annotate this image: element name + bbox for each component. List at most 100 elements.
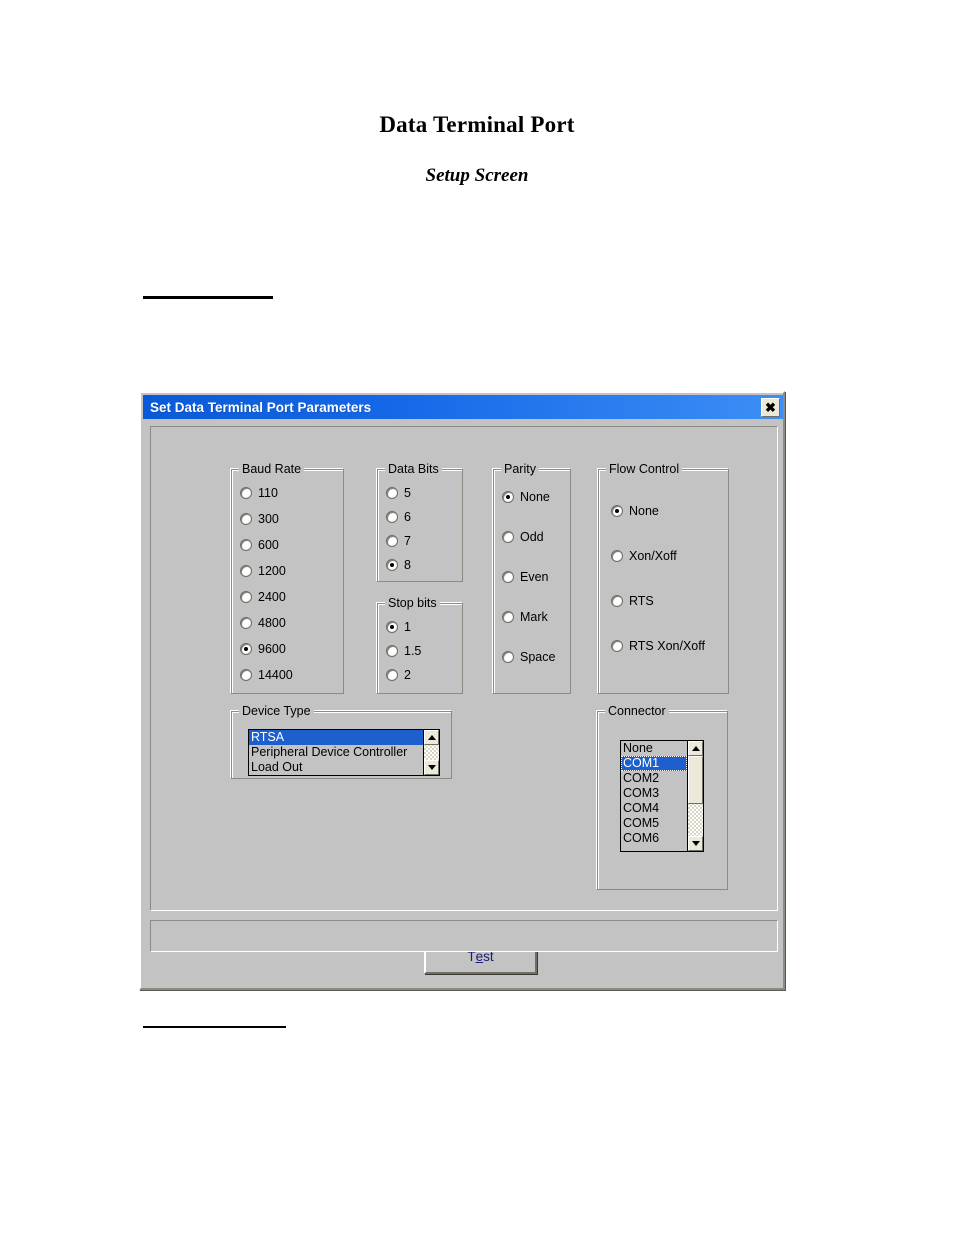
radio-baud-9600[interactable]: 9600 bbox=[240, 642, 286, 656]
radio-icon bbox=[240, 539, 252, 551]
radio-label: 600 bbox=[258, 538, 279, 552]
group-label-data-bits: Data Bits bbox=[385, 462, 442, 476]
list-item[interactable]: Peripheral Device Controller bbox=[249, 745, 423, 760]
scroll-down-icon[interactable] bbox=[424, 760, 439, 775]
list-item[interactable]: COM4 bbox=[621, 801, 687, 816]
radio-baud-110[interactable]: 110 bbox=[240, 486, 278, 500]
radio-icon bbox=[386, 669, 398, 681]
radio-databits-7[interactable]: 7 bbox=[386, 534, 411, 548]
radio-baud-600[interactable]: 600 bbox=[240, 538, 279, 552]
connector-listbox[interactable]: None COM1 COM2 COM3 COM4 COM5 COM6 bbox=[620, 740, 704, 852]
group-baud-rate: Baud Rate 110 300 600 1200 2400 4800 960… bbox=[231, 462, 344, 694]
radio-stopbits-1[interactable]: 1 bbox=[386, 620, 411, 634]
arrow-up-icon bbox=[427, 735, 436, 740]
radio-parity-odd[interactable]: Odd bbox=[502, 530, 544, 544]
radio-icon bbox=[240, 513, 252, 525]
group-label-parity: Parity bbox=[501, 462, 539, 476]
radio-flow-rts[interactable]: RTS bbox=[611, 594, 654, 608]
list-item[interactable]: COM1 bbox=[621, 756, 687, 771]
arrow-up-icon bbox=[691, 746, 700, 751]
radio-label: Space bbox=[520, 650, 556, 664]
device-type-scrollbar[interactable] bbox=[423, 730, 439, 775]
radio-label: 14400 bbox=[258, 668, 293, 682]
radio-icon bbox=[386, 487, 398, 499]
radio-baud-300[interactable]: 300 bbox=[240, 512, 279, 526]
radio-label: 5 bbox=[404, 486, 411, 500]
radio-icon bbox=[502, 491, 514, 503]
arrow-down-icon bbox=[691, 841, 700, 846]
list-item[interactable]: COM3 bbox=[621, 786, 687, 801]
device-type-listbox[interactable]: RTSA Peripheral Device Controller Load O… bbox=[248, 729, 440, 776]
radio-icon bbox=[502, 571, 514, 583]
list-item[interactable]: Load Out bbox=[249, 760, 423, 775]
radio-icon bbox=[240, 617, 252, 629]
set-data-terminal-port-parameters-dialog: Set Data Terminal Port Parameters ✖ Baud… bbox=[139, 391, 785, 990]
group-data-bits: Data Bits 5 6 7 8 bbox=[377, 462, 463, 582]
radio-icon bbox=[611, 505, 623, 517]
radio-icon bbox=[386, 621, 398, 633]
radio-flow-none[interactable]: None bbox=[611, 504, 659, 518]
radio-baud-2400[interactable]: 2400 bbox=[240, 590, 286, 604]
divider-top bbox=[143, 296, 273, 299]
group-label-baud-rate: Baud Rate bbox=[239, 462, 305, 476]
radio-flow-xon-xoff[interactable]: Xon/Xoff bbox=[611, 549, 677, 563]
radio-flow-rts-xon-xoff[interactable]: RTS Xon/Xoff bbox=[611, 639, 705, 653]
scroll-down-icon[interactable] bbox=[688, 836, 703, 851]
radio-icon bbox=[240, 565, 252, 577]
scroll-track[interactable] bbox=[424, 745, 439, 760]
list-item[interactable]: COM2 bbox=[621, 771, 687, 786]
scroll-up-icon[interactable] bbox=[688, 741, 703, 756]
radio-parity-none[interactable]: None bbox=[502, 490, 550, 504]
radio-label: 2 bbox=[404, 668, 411, 682]
radio-parity-even[interactable]: Even bbox=[502, 570, 549, 584]
group-parity: Parity None Odd Even Mark Space bbox=[493, 462, 571, 694]
list-item[interactable]: RTSA bbox=[249, 730, 423, 745]
list-item[interactable]: COM6 bbox=[621, 831, 687, 846]
scroll-track[interactable] bbox=[688, 756, 703, 836]
radio-icon bbox=[502, 611, 514, 623]
radio-stopbits-2[interactable]: 2 bbox=[386, 668, 411, 682]
group-label-device-type: Device Type bbox=[239, 704, 314, 718]
radio-label: 9600 bbox=[258, 642, 286, 656]
radio-label: Mark bbox=[520, 610, 548, 624]
radio-label: Xon/Xoff bbox=[629, 549, 677, 563]
arrow-down-icon bbox=[427, 765, 436, 770]
list-item[interactable]: COM5 bbox=[621, 816, 687, 831]
connector-scrollbar[interactable] bbox=[687, 741, 703, 851]
radio-baud-4800[interactable]: 4800 bbox=[240, 616, 286, 630]
group-flow-control: Flow Control None Xon/Xoff RTS RTS Xon/X… bbox=[598, 462, 729, 694]
list-item[interactable]: None bbox=[621, 741, 687, 756]
radio-parity-mark[interactable]: Mark bbox=[502, 610, 548, 624]
radio-databits-6[interactable]: 6 bbox=[386, 510, 411, 524]
dialog-titlebar[interactable]: Set Data Terminal Port Parameters ✖ bbox=[143, 395, 783, 419]
scroll-thumb[interactable] bbox=[688, 756, 703, 804]
page-subtitle: Setup Screen bbox=[425, 165, 529, 186]
radio-icon bbox=[386, 645, 398, 657]
group-label-stop-bits: Stop bits bbox=[385, 596, 440, 610]
radio-label: 1200 bbox=[258, 564, 286, 578]
radio-icon bbox=[386, 559, 398, 571]
radio-icon bbox=[240, 643, 252, 655]
radio-baud-14400[interactable]: 14400 bbox=[240, 668, 293, 682]
radio-label: 1 bbox=[404, 620, 411, 634]
scroll-up-icon[interactable] bbox=[424, 730, 439, 745]
radio-label: 1.5 bbox=[404, 644, 422, 658]
radio-databits-8[interactable]: 8 bbox=[386, 558, 411, 572]
radio-parity-space[interactable]: Space bbox=[502, 650, 555, 664]
radio-label: 300 bbox=[258, 512, 279, 526]
radio-baud-1200[interactable]: 1200 bbox=[240, 564, 286, 578]
radio-icon bbox=[611, 595, 623, 607]
radio-icon bbox=[502, 531, 514, 543]
group-label-connector: Connector bbox=[605, 704, 669, 718]
group-device-type: Device Type RTSA Peripheral Device Contr… bbox=[231, 704, 452, 779]
radio-stopbits-1-5[interactable]: 1.5 bbox=[386, 644, 421, 658]
radio-label: None bbox=[520, 490, 550, 504]
dialog-title: Set Data Terminal Port Parameters bbox=[150, 399, 372, 415]
radio-label: RTS Xon/Xoff bbox=[629, 639, 705, 653]
radio-icon bbox=[240, 487, 252, 499]
radio-label: Even bbox=[520, 570, 549, 584]
radio-label: None bbox=[629, 504, 659, 518]
radio-databits-5[interactable]: 5 bbox=[386, 486, 411, 500]
close-icon[interactable]: ✖ bbox=[761, 397, 780, 417]
device-type-list-items: RTSA Peripheral Device Controller Load O… bbox=[249, 730, 423, 775]
